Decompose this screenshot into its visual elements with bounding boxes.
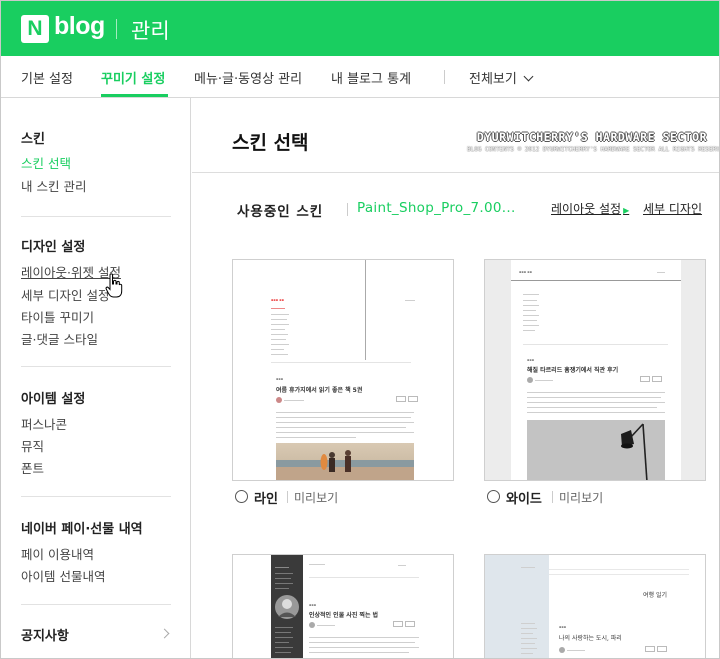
hand-cursor-icon: [105, 273, 123, 298]
sidebar-item-notice[interactable]: 공지사항: [21, 625, 69, 644]
tab-view-all-label: 전체보기: [469, 72, 517, 87]
current-skin-name[interactable]: Paint_Shop_Pro_7.00...: [357, 200, 516, 216]
sidebar-item-gift-history[interactable]: 아이템 선물내역: [21, 566, 105, 585]
skin-line-preview-link[interactable]: 미리보기: [294, 489, 338, 506]
top-header: N blog 관리: [1, 1, 719, 56]
skin-card-wide[interactable]: ▪▪▪ ▪▪ ▪▪▪ 해질 타르리드 훔쟁기에서 직관 후기: [484, 259, 706, 481]
card-side-title: 여행 일기: [643, 592, 667, 599]
card-post-title: 해질 타르리드 훔쟁기에서 직관 후기: [527, 367, 619, 374]
card-travel-sidebar: [485, 555, 549, 658]
skin-wide-name: 와이드: [506, 492, 542, 507]
naver-logo-icon[interactable]: N: [21, 15, 49, 43]
watermark-subtitle: BLOG CONTENTS © 2012 DYURWITCHERRY'S HAR…: [467, 146, 720, 153]
chevron-right-icon: [159, 628, 170, 639]
tab-view-all[interactable]: 전체보기: [469, 68, 534, 87]
skin-card-dark[interactable]: ▪▪▪ 인상적인 인물 사진 찍는 법: [232, 554, 454, 658]
tab-divider: [444, 70, 445, 84]
tab-menu-post-video[interactable]: 메뉴·글·동영상 관리: [194, 68, 302, 87]
skin-name-divider: [552, 491, 553, 503]
sidebar: 스킨 스킨 선택 내 스킨 관리 디자인 설정 레이아웃·위젯 설정 세부 디자…: [1, 98, 191, 658]
triangle-right-icon: ▶: [623, 206, 630, 215]
header-divider: [116, 19, 117, 39]
avatar: [276, 397, 282, 403]
card-post-title: 나의 사랑하는 도시, 파리: [559, 635, 622, 642]
card-line-divider: [365, 260, 366, 360]
sidebar-heading-skin: 스킨: [21, 132, 45, 147]
sidebar-heading-pay: 네이버 페이·선물 내역: [21, 522, 143, 537]
card-blog-name: ▪▪▪ ▪▪: [271, 298, 284, 302]
sidebar-item-font[interactable]: 폰트: [21, 458, 44, 477]
sidebar-divider: [21, 604, 171, 605]
skin-line-radio[interactable]: [235, 490, 248, 503]
sidebar-divider: [21, 496, 171, 497]
sidebar-divider: [21, 366, 171, 367]
main-tabs: 기본 설정 꾸미기 설정 메뉴·글·동영상 관리 내 블로그 통계 전체보기: [1, 56, 719, 98]
skin-card-line[interactable]: ▪▪▪ ▪▪ ▪▪▪ 여름 휴가지에서 읽기 좋은 책 5권: [232, 259, 454, 481]
card-post-title: 인상적인 인물 사진 찍는 법: [309, 612, 379, 619]
current-skin-divider: [347, 203, 348, 216]
avatar: [559, 647, 565, 653]
sidebar-item-title-decoration[interactable]: 타이틀 꾸미기: [21, 307, 94, 326]
sidebar-divider: [21, 216, 171, 217]
sidebar-item-my-skin[interactable]: 내 스킨 관리: [21, 176, 86, 195]
active-tab-indicator: [101, 94, 168, 97]
watermark-title: DYURWITCHERRY'S HARDWARE SECTOR: [476, 130, 707, 144]
beach-photo: [276, 443, 414, 480]
avatar: [309, 622, 315, 628]
lamp-photo: [527, 420, 665, 480]
sidebar-item-post-comment-style[interactable]: 글·댓글 스타일: [21, 329, 98, 348]
skin-line-name: 라인: [254, 492, 278, 507]
current-skin-label: 사용중인 스킨: [237, 204, 324, 220]
sidebar-heading-items: 아이템 설정: [21, 392, 86, 407]
sidebar-item-music[interactable]: 뮤직: [21, 436, 44, 455]
blog-logo-text[interactable]: blog: [54, 12, 105, 41]
avatar: [527, 377, 533, 383]
admin-window: N blog 관리 기본 설정 꾸미기 설정 메뉴·글·동영상 관리 내 블로그…: [0, 0, 720, 659]
layout-settings-label: 레이아웃 설정: [551, 202, 622, 216]
skin-wide-preview-link[interactable]: 미리보기: [559, 489, 603, 506]
portrait-photo: [275, 595, 299, 619]
skin-name-divider: [287, 491, 288, 503]
tab-decoration-settings[interactable]: 꾸미기 설정: [101, 68, 165, 87]
tab-basic-settings[interactable]: 기본 설정: [21, 68, 73, 87]
skin-wide-radio[interactable]: [487, 490, 500, 503]
chevron-down-icon: [523, 71, 534, 82]
title-divider: [192, 172, 719, 173]
watermark: DYURWITCHERRY'S HARDWARE SECTOR BLOG CON…: [467, 130, 720, 153]
page-title: 스킨 선택: [232, 132, 309, 154]
card-post-title: 여름 휴가지에서 읽기 좋은 책 5권: [276, 387, 363, 394]
detail-design-link[interactable]: 세부 디자인: [643, 200, 702, 217]
sidebar-item-personacon[interactable]: 퍼스나콘: [21, 414, 67, 433]
skin-card-travel[interactable]: 여행 일기 ▪▪▪ 나의 사랑하는 도시, 파리: [484, 554, 706, 658]
sidebar-item-pay-history[interactable]: 페이 이용내역: [21, 544, 94, 563]
layout-settings-link[interactable]: 레이아웃 설정 ▶: [551, 200, 629, 217]
sidebar-item-detail-design[interactable]: 세부 디자인 설정: [21, 285, 109, 304]
sidebar-heading-design: 디자인 설정: [21, 240, 86, 255]
admin-title: 관리: [131, 19, 170, 43]
tab-blog-stats[interactable]: 내 블로그 통계: [331, 68, 411, 87]
sidebar-item-skin-select[interactable]: 스킨 선택: [21, 153, 71, 172]
